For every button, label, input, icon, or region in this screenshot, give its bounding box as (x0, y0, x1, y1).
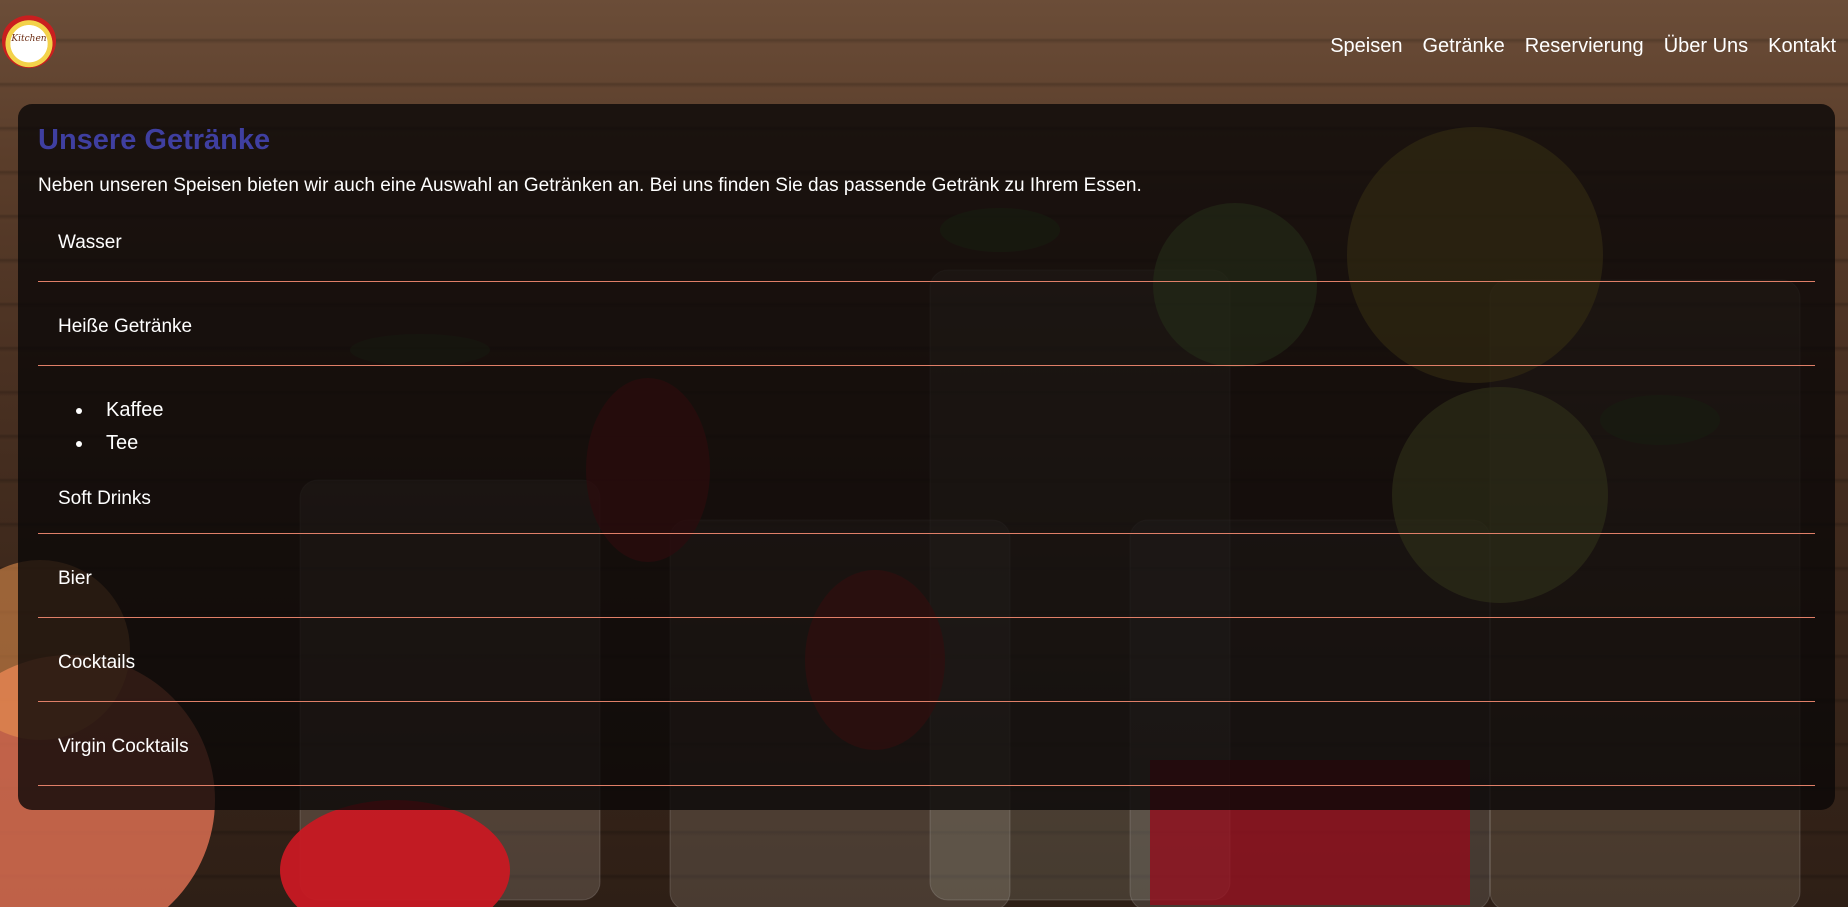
logo[interactable]: Kitchen (2, 14, 56, 68)
logo-text: Kitchen (11, 34, 47, 44)
page-title: Unsere Getränke (38, 124, 271, 156)
main-nav: Speisen Getränke Reservierung Über Uns K… (1330, 34, 1836, 58)
section-bier[interactable]: Bier (38, 534, 1815, 618)
nav-link-getraenke[interactable]: Getränke (1422, 34, 1504, 58)
site-header: Kitchen Speisen Getränke Reservierung Üb… (0, 0, 1848, 92)
bullet-icon (76, 441, 82, 447)
section-soft-drinks[interactable]: Soft Drinks (38, 476, 1815, 534)
list-item-label: Tee (106, 432, 139, 454)
section-wasser[interactable]: Wasser (38, 198, 1815, 282)
list-item-kaffee: Kaffee (76, 394, 1815, 427)
section-cocktails[interactable]: Cocktails (38, 618, 1815, 702)
section-virgin-cocktails[interactable]: Virgin Cocktails (38, 702, 1815, 786)
nav-link-ueber-uns[interactable]: Über Uns (1664, 34, 1748, 58)
drinks-panel: Unsere Getränke Neben unseren Speisen bi… (18, 104, 1835, 810)
nav-link-kontakt[interactable]: Kontakt (1768, 34, 1836, 58)
section-heisse-getraenke[interactable]: Heiße Getränke (38, 282, 1815, 366)
nav-link-speisen[interactable]: Speisen (1330, 34, 1402, 58)
sublist-heisse-getraenke: Kaffee Tee (38, 366, 1815, 476)
bullet-icon (76, 408, 82, 414)
list-item-tee: Tee (76, 427, 1815, 460)
list-item-label: Kaffee (106, 399, 164, 421)
intro-text: Neben unseren Speisen bieten wir auch ei… (38, 175, 1142, 196)
nav-link-reservierung[interactable]: Reservierung (1525, 34, 1644, 58)
